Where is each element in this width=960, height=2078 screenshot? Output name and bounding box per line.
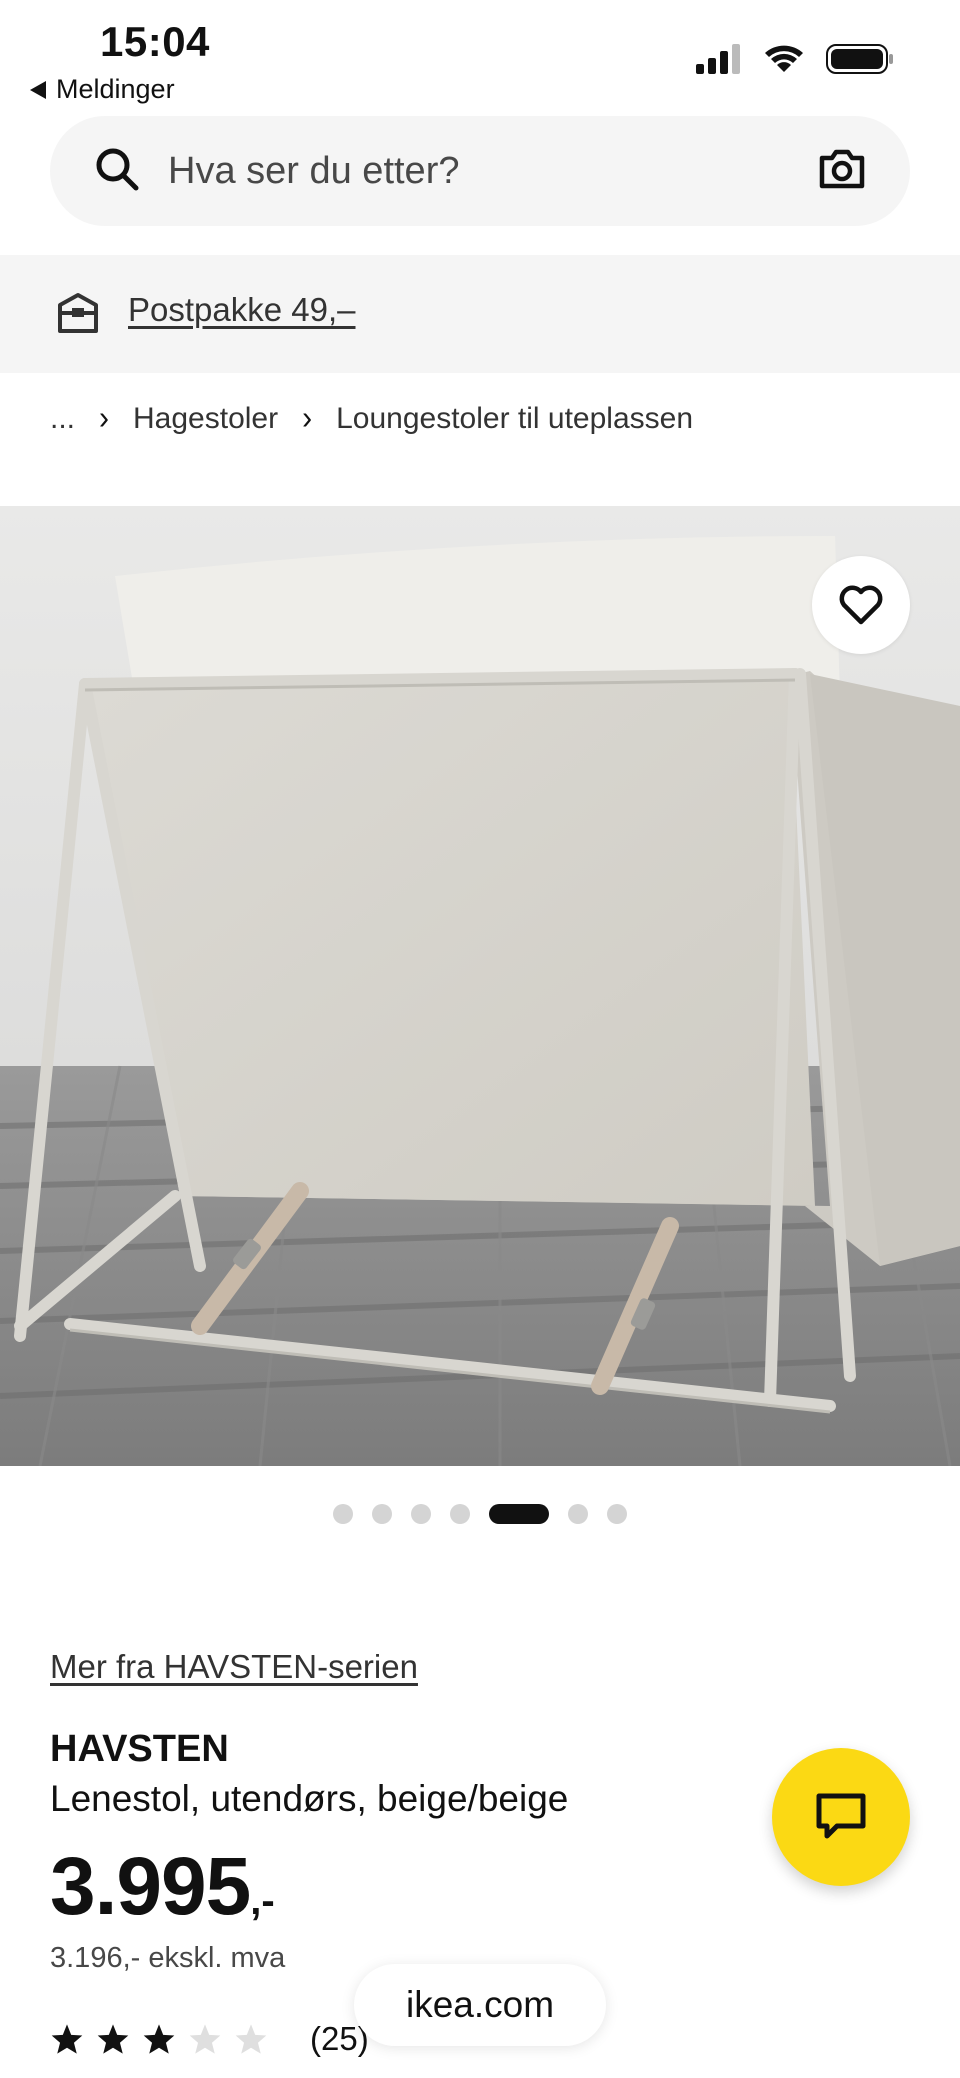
search-bar[interactable] xyxy=(50,116,910,226)
pagination-dot[interactable] xyxy=(450,1504,470,1524)
chat-button[interactable] xyxy=(772,1748,910,1886)
series-link[interactable]: Mer fra HAVSTEN-serien xyxy=(50,1648,418,1686)
signal-icon xyxy=(696,44,740,74)
rating[interactable]: (25) xyxy=(50,2020,369,2058)
product-image[interactable] xyxy=(0,506,960,1466)
price-ex-vat: 3.196,- ekskl. mva xyxy=(50,1942,286,1974)
star-icon xyxy=(97,2024,129,2054)
status-time: 15:04 xyxy=(100,18,210,65)
browser-url-bar[interactable]: ikea.com xyxy=(354,1964,606,2046)
price-suffix: ,- xyxy=(250,1879,275,1923)
search-icon xyxy=(96,148,139,191)
breadcrumb: ... › Hagestoler › Loungestoler til utep… xyxy=(50,400,693,437)
wifi-icon xyxy=(765,45,803,72)
pagination-dot[interactable] xyxy=(607,1504,627,1524)
price-amount: 3.995 xyxy=(50,1841,251,1932)
star-empty-icon xyxy=(235,2024,267,2054)
pagination-dot[interactable] xyxy=(411,1504,431,1524)
pagination-dot[interactable] xyxy=(568,1504,588,1524)
delivery-banner: Postpakke 49,– xyxy=(0,255,960,373)
battery-icon xyxy=(826,44,893,74)
breadcrumb-ellipsis[interactable]: ... xyxy=(50,402,75,436)
back-arrow-icon xyxy=(30,80,46,99)
star-icon xyxy=(143,2024,175,2054)
star-empty-icon xyxy=(189,2024,221,2054)
breadcrumb-item-loungestoler[interactable]: Loungestoler til uteplassen xyxy=(336,402,693,436)
chevron-right-icon: › xyxy=(302,400,313,437)
star-icon xyxy=(51,2024,83,2054)
chevron-right-icon: › xyxy=(99,400,110,437)
product-description: Lenestol, utendørs, beige/beige xyxy=(50,1778,569,1819)
product-name: HAVSTEN xyxy=(50,1728,229,1770)
back-label: Meldinger xyxy=(56,74,175,104)
pagination-dot[interactable] xyxy=(333,1504,353,1524)
heart-icon xyxy=(839,585,883,625)
camera-icon[interactable] xyxy=(818,148,866,190)
pagination-dot-active[interactable] xyxy=(489,1504,549,1524)
search-input[interactable] xyxy=(166,140,810,202)
price: 3.995 ,- xyxy=(50,1840,275,1934)
back-to-messages[interactable]: Meldinger xyxy=(30,74,175,105)
chat-icon xyxy=(816,1793,866,1839)
favorite-button[interactable] xyxy=(812,556,910,654)
chair-illustration xyxy=(0,506,960,1466)
breadcrumb-item-hagestoler[interactable]: Hagestoler xyxy=(133,402,278,436)
image-pagination xyxy=(0,1504,960,1524)
delivery-link[interactable]: Postpakke 49,– xyxy=(128,291,356,329)
status-icons xyxy=(696,44,894,74)
pagination-dot[interactable] xyxy=(372,1504,392,1524)
delivery-box-icon xyxy=(58,293,98,333)
